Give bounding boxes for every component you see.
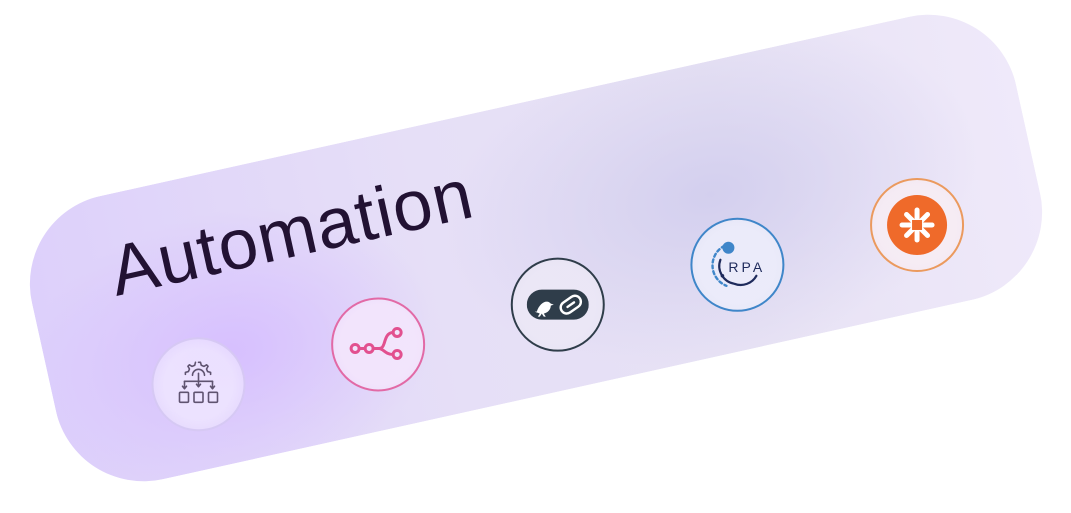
tray-io-button[interactable]: [510, 257, 605, 352]
stage: Automation RPA: [0, 0, 1071, 513]
workflow-automation-button[interactable]: [151, 337, 246, 432]
rpa-button[interactable]: RPA: [690, 217, 785, 312]
n8n-icon: [349, 326, 403, 360]
rpa-label: RPA: [728, 259, 765, 275]
workflow-gear-icon: [178, 361, 219, 404]
automation-card: Automation RPA: [12, 0, 1060, 499]
zapier-button[interactable]: [870, 177, 965, 272]
zapier-icon: [887, 194, 948, 255]
tray-io-icon: [526, 289, 589, 320]
rpa-icon: RPA: [711, 241, 765, 288]
n8n-button[interactable]: [331, 297, 426, 392]
